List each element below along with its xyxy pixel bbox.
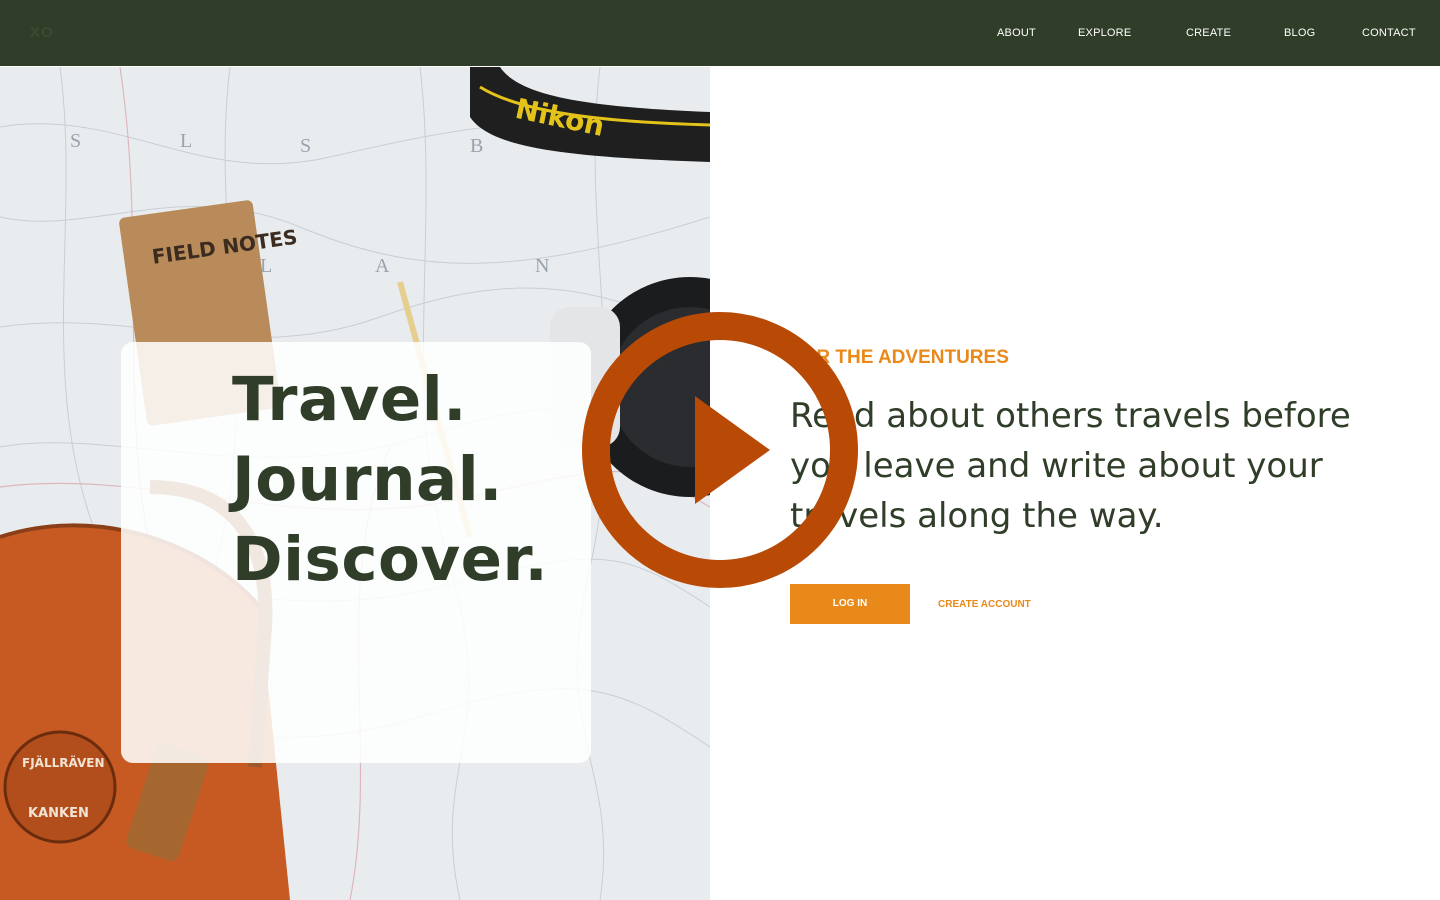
svg-text:S: S bbox=[300, 135, 311, 157]
patch-bottom-text: KANKEN bbox=[28, 806, 89, 821]
hero-headline-discover: Discover. bbox=[232, 524, 549, 595]
hero-headline-travel: Travel. bbox=[232, 364, 467, 435]
top-navbar: XO ABOUT EXPLORE CREATE BLOG CONTACT bbox=[0, 0, 1440, 66]
hero-headline-journal: Journal. bbox=[232, 444, 503, 515]
nav-blog-link[interactable]: BLOG bbox=[1284, 27, 1315, 39]
patch-top-text: FJÄLLRÄVEN bbox=[22, 755, 104, 770]
create-account-link[interactable]: CREATE ACCOUNT bbox=[938, 599, 1031, 610]
lead-paragraph: Read about others travels before you lea… bbox=[790, 396, 1351, 536]
nav-explore-link[interactable]: EXPLORE bbox=[1078, 27, 1131, 39]
video-play-button[interactable] bbox=[580, 310, 860, 590]
svg-text:N: N bbox=[535, 255, 549, 277]
nav-contact-link[interactable]: CONTACT bbox=[1362, 27, 1416, 39]
nav-about-link[interactable]: ABOUT bbox=[997, 27, 1036, 39]
svg-text:B: B bbox=[470, 135, 483, 157]
nav-create-link[interactable]: CREATE bbox=[1186, 27, 1231, 39]
svg-text:L: L bbox=[180, 130, 192, 152]
play-icon bbox=[582, 312, 858, 588]
svg-text:S: S bbox=[70, 130, 81, 152]
site-logo[interactable]: XO bbox=[30, 24, 54, 41]
svg-text:A: A bbox=[375, 255, 390, 277]
